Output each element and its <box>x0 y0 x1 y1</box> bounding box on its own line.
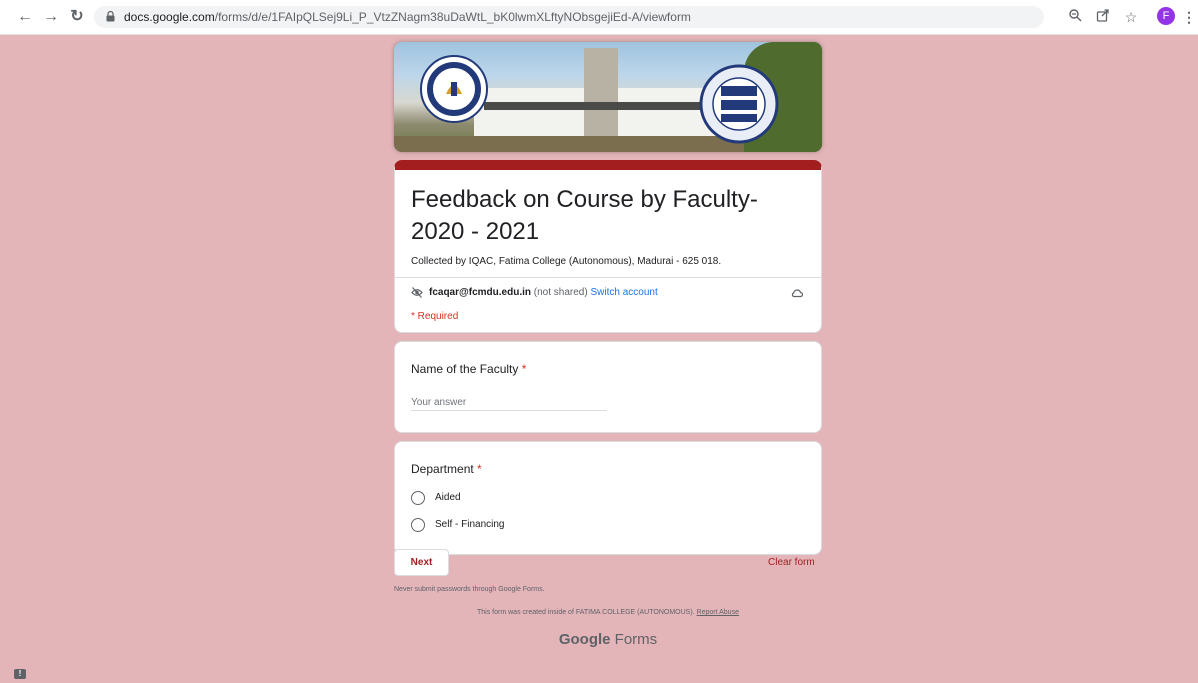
created-by-notice: This form was created inside of FATIMA C… <box>394 609 822 616</box>
next-button[interactable]: Next <box>394 549 449 576</box>
url-text: docs.google.com/forms/d/e/1FAIpQLSej9Li_… <box>124 10 691 24</box>
radio-circle[interactable] <box>411 491 425 505</box>
clear-form-button[interactable]: Clear form <box>768 557 815 568</box>
share-icon[interactable] <box>1094 8 1112 26</box>
eye-off-icon <box>411 287 423 298</box>
radio-circle[interactable] <box>411 518 425 532</box>
account-info: fcaqar@fcmdu.edu.in (not shared) Switch … <box>429 287 658 298</box>
form-column: Feedback on Course by Faculty-2020 - 202… <box>394 42 822 555</box>
switch-account-link[interactable]: Switch account <box>590 287 657 298</box>
back-arrow-icon[interactable]: ← <box>16 8 34 26</box>
more-menu-icon[interactable]: ⋮ <box>1180 8 1198 26</box>
report-abuse-link[interactable]: Report Abuse <box>697 609 739 616</box>
form-description: Collected by IQAC, Fatima College (Auton… <box>411 256 722 267</box>
forward-arrow-icon[interactable]: → <box>42 8 60 26</box>
question-card-department: Department * Aided Self - Financing <box>394 441 822 555</box>
bookmark-star-icon[interactable]: ☆ <box>1122 8 1140 26</box>
google-brand: Google <box>558 631 611 648</box>
account-row: fcaqar@fcmdu.edu.in (not shared) Switch … <box>395 277 821 306</box>
question-label-faculty: Name of the Faculty * <box>411 362 526 376</box>
question-label-department: Department * <box>411 462 482 476</box>
browser-toolbar: ← → ↻ docs.google.com/forms/d/e/1FAIpQLS… <box>0 0 1198 35</box>
url-host: docs.google.com <box>124 10 215 24</box>
required-note: * Required <box>411 311 459 322</box>
quality-seal-icon <box>699 64 779 144</box>
report-feedback-icon[interactable]: ! <box>14 669 26 679</box>
department-label-text: Department <box>411 462 474 476</box>
faculty-answer-input[interactable]: Your answer <box>411 397 607 411</box>
form-title-card: Feedback on Course by Faculty-2020 - 202… <box>394 160 822 333</box>
password-warning: Never submit passwords through Google Fo… <box>394 586 545 593</box>
reload-icon[interactable]: ↻ <box>68 8 86 26</box>
radio-label: Aided <box>435 492 461 503</box>
cloud-save-icon <box>791 289 803 298</box>
question-card-faculty: Name of the Faculty * Your answer <box>394 341 822 433</box>
zoom-icon[interactable] <box>1066 8 1084 26</box>
form-title: Feedback on Course by Faculty-2020 - 202… <box>411 186 758 245</box>
radio-label: Self - Financing <box>435 519 505 530</box>
forms-brand: Forms <box>614 631 658 648</box>
profile-avatar[interactable]: F <box>1157 7 1175 25</box>
required-star: * <box>477 462 482 476</box>
faculty-label-text: Name of the Faculty <box>411 362 519 376</box>
not-shared-label: (not shared) <box>533 287 588 298</box>
required-star: * <box>521 362 527 376</box>
lock-icon <box>106 11 115 22</box>
address-bar[interactable]: docs.google.com/forms/d/e/1FAIpQLSej9Li_… <box>94 6 1044 28</box>
google-forms-logo[interactable]: Google Forms <box>394 631 822 648</box>
created-text: This form was created inside of FATIMA C… <box>477 609 695 616</box>
url-path: /forms/d/e/1FAIpQLSej9Li_P_VtzZNagm38uDa… <box>214 10 691 24</box>
header-banner-image <box>394 42 822 152</box>
account-email: fcaqar@fcmdu.edu.in <box>429 287 531 298</box>
college-seal-icon <box>420 55 488 123</box>
